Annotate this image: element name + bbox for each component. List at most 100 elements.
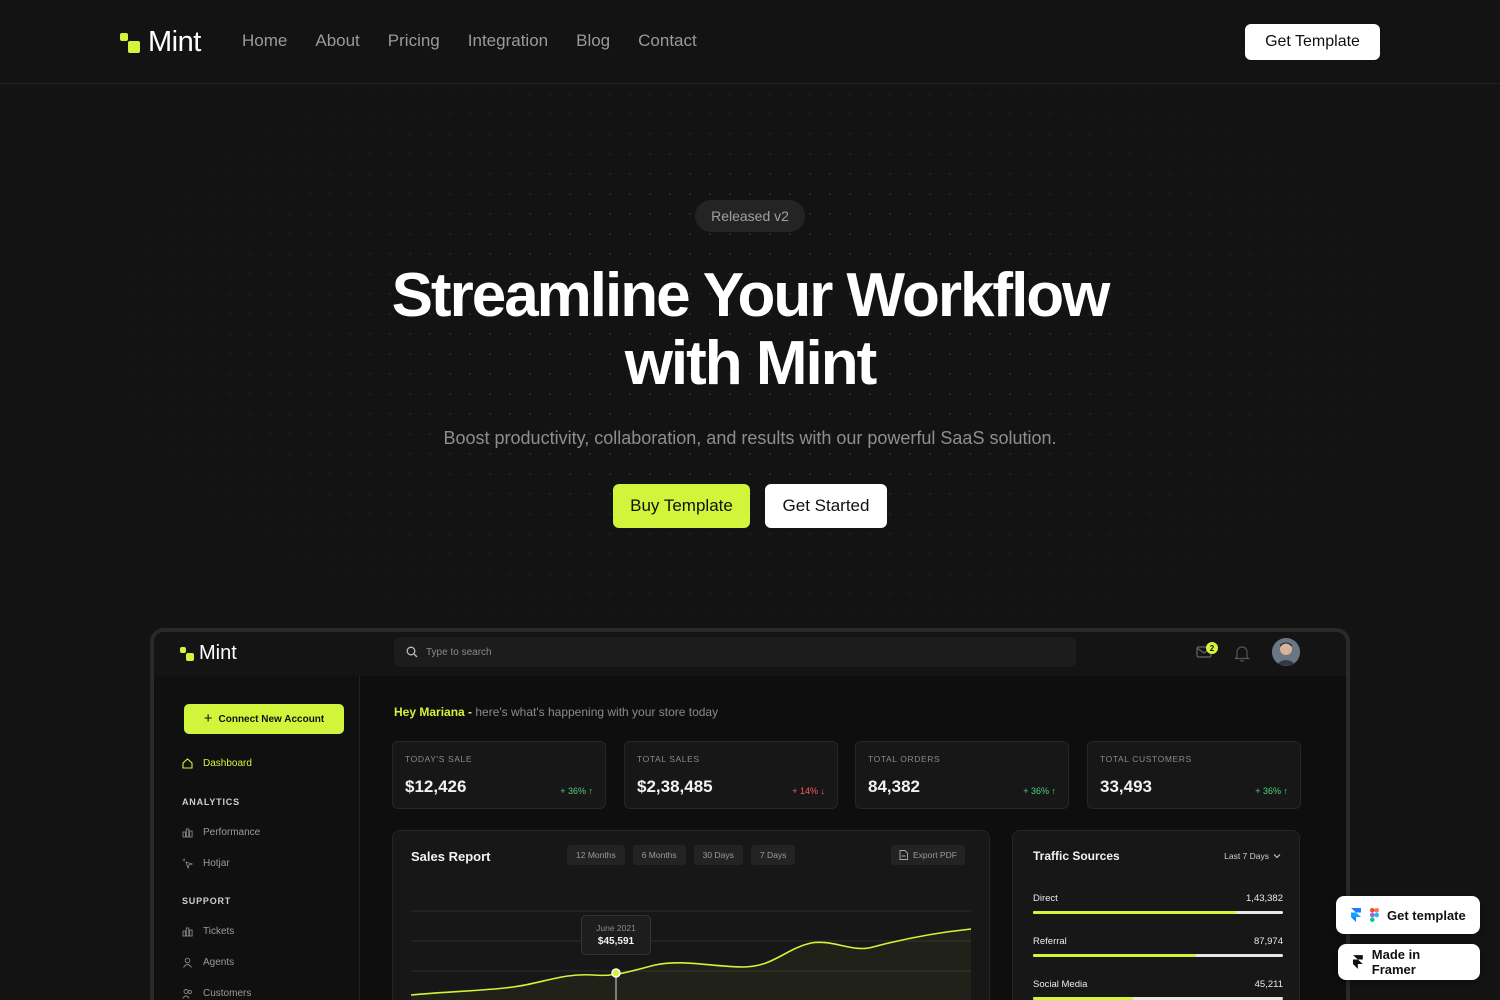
made-in-framer-label: Made in Framer [1371,947,1421,977]
range-30-days[interactable]: 30 Days [693,845,743,865]
kpi-delta: + 36% ↑ [560,786,593,796]
kpi-card-total-customers: TOTAL CUSTOMERS 33,493 + 36% ↑ [1087,741,1301,809]
sidebar-item-tickets[interactable]: Tickets [182,926,234,937]
export-pdf-button[interactable]: Export PDF [891,845,965,865]
nav-link-integration[interactable]: Integration [468,31,548,51]
home-icon [182,758,193,769]
traffic-range-select[interactable]: Last 7 Days [1224,851,1281,861]
sidebar-heading-support: SUPPORT [182,896,232,906]
mint-logo-icon [180,646,196,662]
cursor-click-icon [182,858,193,869]
get-started-button[interactable]: Get Started [765,484,887,528]
sidebar-item-label: Agents [203,957,235,968]
dashboard-logo[interactable]: Mint [180,642,237,665]
greeting: Hey Mariana - here's what's happening wi… [394,705,718,719]
nav-link-pricing[interactable]: Pricing [388,31,440,51]
traffic-sources-card: Traffic Sources Last 7 Days Direct 1,43,… [1012,830,1300,1000]
dashboard-preview: Mint 2 + C [150,628,1350,1000]
hero-title-line-2: with Mint [624,329,878,398]
sales-report-card: Sales Report 12 Months 6 Months 30 Days … [392,830,990,1000]
source-name: Direct [1033,893,1058,904]
source-bar [1033,954,1283,957]
sidebar-item-label: Tickets [203,926,235,937]
brand-logo[interactable]: Mint [120,26,201,59]
kpi-delta: + 36% ↑ [1255,786,1288,796]
traffic-source-social: Social Media 45,211 [1033,979,1283,1000]
users-icon [182,989,192,999]
made-in-framer-badge[interactable]: Made in Framer [1338,944,1480,980]
greeting-text: here's what's happening with your store … [475,705,719,719]
hover-point [611,968,621,978]
file-icon [899,850,908,860]
bell-icon[interactable] [1234,644,1250,662]
get-template-badge[interactable]: Get template [1336,896,1480,934]
kpi-label: TOTAL SALES [637,754,700,764]
kpi-label: TODAY'S SALE [405,754,473,764]
buy-template-button[interactable]: Buy Template [613,484,750,528]
sidebar-item-dashboard[interactable]: Dashboard [182,758,252,769]
sidebar-item-hotjar[interactable]: Hotjar [182,858,230,869]
tooltip-value: $45,591 [597,936,635,947]
search-input[interactable] [426,646,826,658]
figma-icon [1370,908,1379,922]
range-6-months[interactable]: 6 Months [632,845,686,865]
source-value: 1,43,382 [1246,893,1283,904]
get-template-button[interactable]: Get Template [1245,24,1380,60]
sidebar-item-performance[interactable]: Performance [182,827,260,838]
sidebar-item-agents[interactable]: Agents [182,957,234,968]
kpi-card-total-orders: TOTAL ORDERS 84,382 + 36% ↑ [855,741,1069,809]
sales-report-title: Sales Report [411,849,491,864]
kpi-value: $2,38,485 [637,777,713,796]
source-name: Referral [1033,936,1067,947]
ticket-icon [182,927,193,937]
range-tabs: 12 Months 6 Months 30 Days 7 Days [567,845,796,865]
plus-icon: + [203,710,213,727]
kpi-card-todays-sale: TODAY'S SALE $12,426 + 36% ↑ [392,741,606,809]
nav-link-blog[interactable]: Blog [576,31,610,51]
export-pdf-label: Export PDF [913,850,957,860]
dashboard-sidebar: + Connect New Account Dashboard ANALYTIC… [154,676,360,1000]
kpi-card-total-sales: TOTAL SALES $2,38,485 + 14% ↓ [624,741,838,809]
hero-subtitle: Boost productivity, collaboration, and r… [443,428,1057,448]
traffic-title: Traffic Sources [1033,849,1120,863]
user-icon [183,957,192,968]
kpi-label: TOTAL CUSTOMERS [1100,754,1192,764]
sidebar-item-label: Dashboard [203,758,252,769]
dashboard-topbar: Mint 2 [154,632,1346,676]
user-avatar[interactable] [1272,638,1300,666]
sidebar-item-label: Customers [203,988,252,999]
greeting-name: Hey Mariana - [394,705,473,719]
connect-account-label: Connect New Account [218,713,325,725]
range-7-days[interactable]: 7 Days [750,845,796,865]
hero-title-line-1: Streamline Your Workflow [391,261,1111,330]
chevron-down-icon [1273,854,1281,859]
traffic-source-referral: Referral 87,974 [1033,936,1283,957]
chart-tooltip: June 2021 $45,591 [581,915,651,955]
hero-title: Streamline Your Workflow with Mint [250,262,1250,398]
sales-line-chart [410,910,972,1000]
kpi-value: $12,426 [405,777,467,796]
range-12-months[interactable]: 12 Months [567,845,625,865]
source-bar [1033,911,1283,914]
search-icon [406,646,418,658]
traffic-source-direct: Direct 1,43,382 [1033,893,1283,914]
sidebar-item-customers[interactable]: Customers [182,988,251,999]
sidebar-item-label: Performance [203,827,261,838]
kpi-value: 33,493 [1100,777,1152,796]
source-value: 45,211 [1254,979,1283,990]
nav-link-about[interactable]: About [315,31,359,51]
mint-logo-icon [120,31,144,55]
tooltip-date: June 2021 [596,923,636,933]
dashboard-search[interactable] [394,637,1076,667]
framer-icon [1351,908,1361,922]
kpi-value: 84,382 [868,777,920,796]
kpi-label: TOTAL ORDERS [868,754,941,764]
traffic-range-label: Last 7 Days [1224,851,1269,861]
kpi-delta: + 14% ↓ [792,786,825,796]
nav-link-home[interactable]: Home [242,31,287,51]
get-template-badge-label: Get template [1387,907,1466,923]
top-nav: Mint Home About Pricing Integration Blog… [0,0,1500,84]
nav-link-contact[interactable]: Contact [638,31,697,51]
connect-account-button[interactable]: + Connect New Account [184,704,344,734]
sidebar-item-label: Hotjar [203,858,230,869]
